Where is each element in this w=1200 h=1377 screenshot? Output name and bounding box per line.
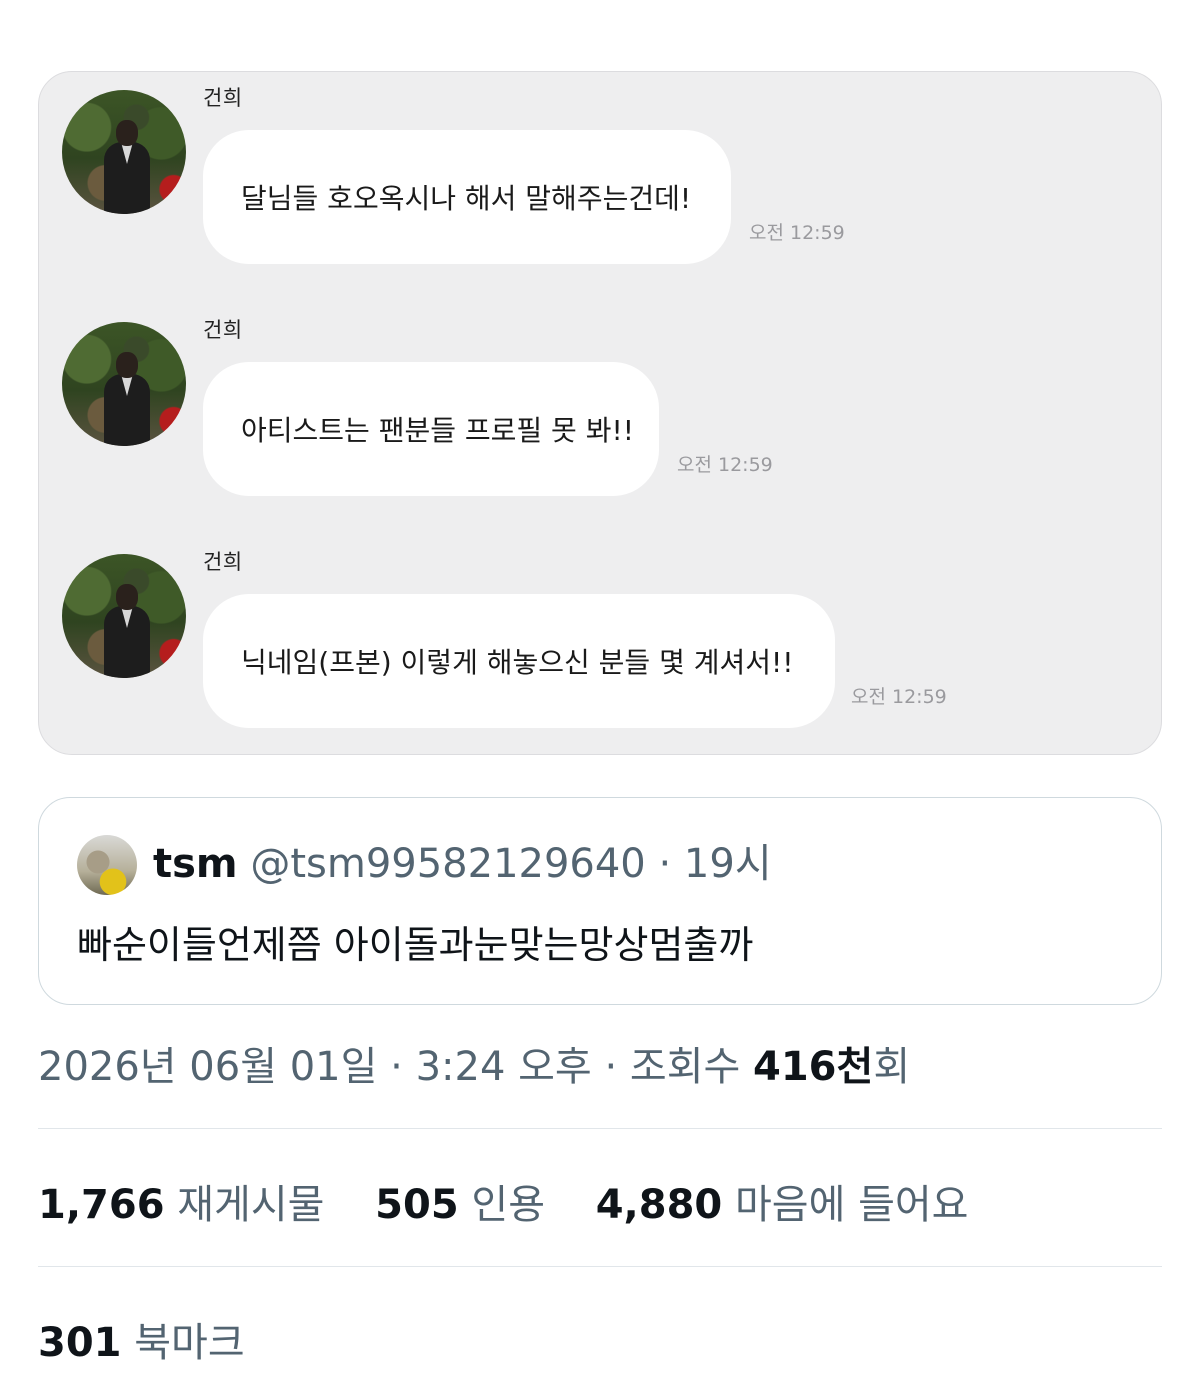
message-time: 오전 12:59 <box>749 222 845 244</box>
avatar <box>62 90 186 214</box>
bookmarks-label: 북마크 <box>134 1320 245 1366</box>
quoted-tweet-header: tsm @tsm99582129640 · 19시 <box>153 836 772 892</box>
likes-stat[interactable]: 4,880 마음에 들어요 <box>596 1182 969 1228</box>
chat-message: 건희 닉네임(프본) 이렇게 해놓으신 분들 몇 계셔서!! 오전 12:59 <box>39 536 1161 736</box>
quoted-tweet[interactable]: tsm @tsm99582129640 · 19시 빠순이들언제쯤 아이돌과눈맞… <box>38 797 1162 1005</box>
quoted-tweet-text: 빠순이들언제쯤 아이돌과눈맞는망상멈출까 <box>77 923 754 967</box>
sender-name: 건희 <box>203 318 243 342</box>
divider <box>38 1128 1162 1129</box>
separator-dot: · <box>604 1044 618 1090</box>
avatar <box>62 554 186 678</box>
tweet-date[interactable]: 2026년 06월 01일 <box>38 1044 377 1090</box>
sender-name: 건희 <box>203 550 243 574</box>
quoted-user-name[interactable]: tsm <box>153 841 238 887</box>
quoted-tweet-time[interactable]: 19시 <box>684 841 772 887</box>
message-bubble: 아티스트는 팬분들 프로필 못 봐!! <box>203 362 659 496</box>
engagement-stats: 1,766 재게시물 505 인용 4,880 마음에 들어요 <box>38 1172 1006 1230</box>
message-bubble: 달님들 호오옥시나 해서 말해주는건데! <box>203 130 731 264</box>
likes-label: 마음에 들어요 <box>734 1182 969 1228</box>
views-label: 조회수 <box>629 1044 741 1090</box>
chat-message: 건희 달님들 호오옥시나 해서 말해주는건데! 오전 12:59 <box>39 72 1161 272</box>
likes-count: 4,880 <box>595 1182 723 1228</box>
quotes-label: 인용 <box>471 1182 545 1228</box>
bookmarks-stat[interactable]: 301 북마크 <box>38 1310 245 1368</box>
quotes-stat[interactable]: 505 인용 <box>375 1182 545 1228</box>
separator-dot: · <box>658 841 672 887</box>
bookmarks-count: 301 <box>38 1320 122 1366</box>
avatar <box>62 322 186 446</box>
tweet-time[interactable]: 3:24 오후 <box>416 1044 592 1090</box>
divider <box>38 1266 1162 1267</box>
reposts-count: 1,766 <box>38 1182 165 1228</box>
sender-name: 건희 <box>203 86 243 110</box>
reposts-stat[interactable]: 1,766 재게시물 <box>38 1182 324 1228</box>
chat-screenshot-card: 건희 달님들 호오옥시나 해서 말해주는건데! 오전 12:59 건희 아티스트… <box>38 71 1162 755</box>
separator-dot: · <box>390 1044 403 1090</box>
chat-message: 건희 아티스트는 팬분들 프로필 못 봐!! 오전 12:59 <box>39 304 1161 504</box>
message-time: 오전 12:59 <box>677 454 773 476</box>
quoted-user-handle[interactable]: @tsm99582129640 <box>250 841 645 887</box>
quoted-user-avatar[interactable] <box>77 835 137 895</box>
quotes-count: 505 <box>375 1182 459 1228</box>
message-time: 오전 12:59 <box>851 686 947 708</box>
tweet-meta: 2026년 06월 01일 · 3:24 오후 · 조회수 416천회 <box>38 1034 910 1092</box>
reposts-label: 재게시물 <box>177 1182 325 1228</box>
views-suffix: 회 <box>873 1044 911 1090</box>
message-bubble: 닉네임(프본) 이렇게 해놓으신 분들 몇 계셔서!! <box>203 594 835 728</box>
views-count: 416천 <box>753 1044 874 1090</box>
